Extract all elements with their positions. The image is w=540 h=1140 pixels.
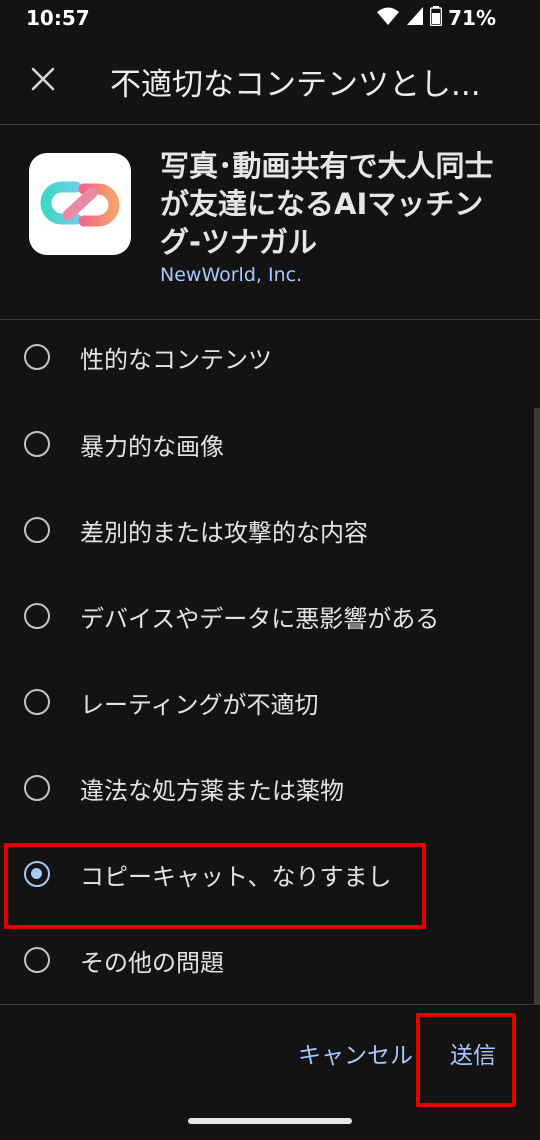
top-app-bar: 不適切なコンテンツとし... [0,40,540,124]
option-label: 差別的または攻撃的な内容 [80,518,368,547]
footer-divider [0,1004,540,1005]
radio-button[interactable] [24,344,50,370]
home-indicator[interactable] [188,1118,352,1124]
option-other-issue[interactable]: その他の問題 [0,917,520,1003]
developer-name[interactable]: NewWorld, Inc. [160,264,302,286]
cancel-button[interactable]: キャンセル [298,1036,413,1070]
option-violent-imagery[interactable]: 暴力的な画像 [0,401,520,487]
scrollbar[interactable] [534,408,540,1004]
page-title: 不適切なコンテンツとし... [110,67,481,103]
status-time: 10:57 [26,6,90,30]
option-sexual-content[interactable]: 性的なコンテンツ [0,314,520,400]
option-harmful-to-device[interactable]: デバイスやデータに悪影響がある [0,573,520,659]
report-content-screen: 10:57 71% 不適切なコンテンツとし... 写真･動画共有で大人同士が友達… [0,0,540,1140]
option-inappropriate-rating[interactable]: レーティングが不適切 [0,659,520,745]
option-label: レーティングが不適切 [80,690,319,719]
option-label: その他の問題 [80,948,224,977]
close-icon [31,67,55,95]
option-label: 性的なコンテンツ [80,345,272,374]
chain-link-logo-icon [40,181,120,227]
highlight-box-submit [416,1013,516,1107]
status-icons: 71% [376,6,496,30]
close-button[interactable] [22,60,64,102]
radio-button[interactable] [24,603,50,629]
app-icon [29,153,131,255]
status-bar: 10:57 71% [0,0,540,40]
option-label: デバイスやデータに悪影響がある [80,604,440,633]
app-name: 写真･動画共有で大人同士が友達になるAIマッチング-ツナガル [160,149,494,259]
option-label: 暴力的な画像 [80,432,224,461]
radio-button[interactable] [24,775,50,801]
signal-icon [406,6,424,30]
battery-percent: 71% [448,6,496,30]
option-hateful-content[interactable]: 差別的または攻撃的な内容 [0,487,520,573]
radio-button[interactable] [24,431,50,457]
radio-button[interactable] [24,689,50,715]
highlight-box-selected-option [4,843,426,929]
radio-button[interactable] [24,947,50,973]
header-divider [0,124,540,125]
battery-icon [429,6,443,30]
wifi-icon [376,6,400,30]
radio-button[interactable] [24,517,50,543]
option-illegal-drugs[interactable]: 違法な処方薬または薬物 [0,745,520,831]
option-label: 違法な処方薬または薬物 [80,776,344,805]
